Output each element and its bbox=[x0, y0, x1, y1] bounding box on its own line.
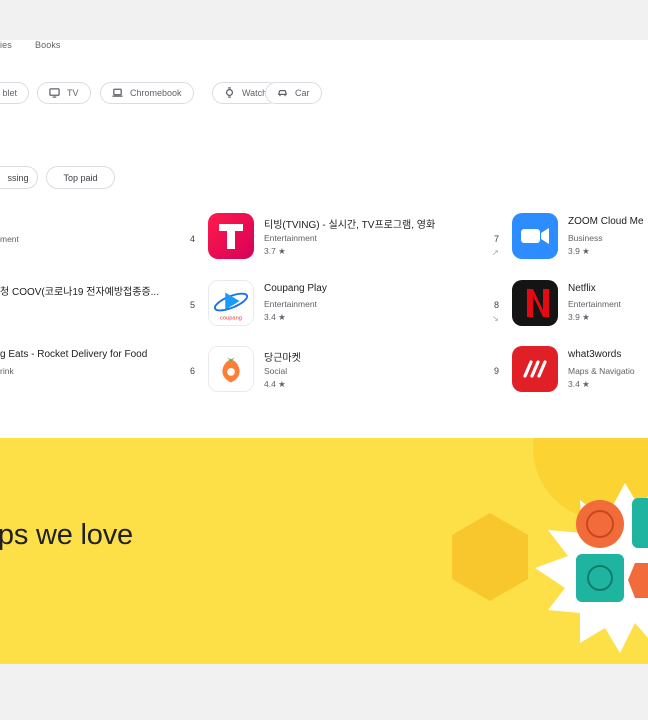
car-icon bbox=[277, 87, 288, 100]
chip-chromebook-label: Chromebook bbox=[130, 88, 182, 98]
app-1-category: ment bbox=[0, 234, 19, 244]
app-4-rank: 4 bbox=[189, 234, 195, 244]
app-8-title[interactable]: Netflix bbox=[568, 283, 596, 294]
app-8-category: Entertainment bbox=[568, 299, 621, 309]
laptop-icon bbox=[112, 87, 123, 100]
app-6-category: Social bbox=[264, 366, 288, 376]
app-5-title[interactable]: Coupang Play bbox=[264, 283, 327, 294]
app-4-title[interactable]: 티빙(TVING) - 실시간, TV프로그램, 영화 bbox=[264, 216, 435, 231]
app-5-category: Entertainment bbox=[264, 299, 317, 309]
app-6-title[interactable]: 당근마켓 bbox=[264, 349, 301, 364]
tab-games[interactable]: ies bbox=[0, 40, 12, 50]
tab-top-paid[interactable]: Top paid bbox=[46, 166, 115, 189]
banner-illustration-icon bbox=[452, 438, 648, 653]
tab-top-grossing-label: ssing bbox=[7, 172, 29, 183]
chip-chromebook[interactable]: Chromebook bbox=[100, 82, 194, 104]
carrot-icon[interactable] bbox=[208, 346, 254, 392]
app-7-rank: 7 bbox=[493, 234, 499, 244]
app-6-rank: 6 bbox=[189, 366, 195, 376]
svg-text:coupang: coupang bbox=[220, 315, 242, 321]
tving-icon[interactable] bbox=[208, 213, 254, 259]
watch-icon bbox=[224, 86, 235, 100]
app-5-rating: 3.4 ★ bbox=[264, 312, 286, 322]
chip-tablet[interactable]: blet bbox=[0, 82, 29, 104]
what3words-icon[interactable] bbox=[512, 346, 558, 392]
app-6-rating: 4.4 ★ bbox=[264, 379, 286, 389]
app-8-rating: 3.9 ★ bbox=[568, 312, 590, 322]
app-4-rating: 3.7 ★ bbox=[264, 246, 286, 256]
editors-choice-banner[interactable]: pps we love s bbox=[0, 438, 648, 664]
app-4-category: Entertainment bbox=[264, 233, 317, 243]
chip-tv[interactable]: TV bbox=[37, 82, 91, 104]
app-7-rating: 3.9 ★ bbox=[568, 246, 590, 256]
play-store-page: ies Books blet TV Chromebook Watch Car s… bbox=[0, 40, 648, 664]
app-7-title[interactable]: ZOOM Cloud Me bbox=[568, 216, 644, 227]
coupang-play-icon[interactable]: coupang bbox=[208, 280, 254, 326]
tab-top-paid-label: Top paid bbox=[63, 172, 98, 183]
app-9-rank: 9 bbox=[493, 366, 499, 376]
app-2-title[interactable]: 청 COOV(코로나19 전자예방접종증... bbox=[0, 283, 159, 298]
app-7-trend-icon: ↗ bbox=[492, 248, 499, 257]
zoom-icon[interactable] bbox=[512, 213, 558, 259]
tab-top-grossing[interactable]: ssing bbox=[0, 166, 38, 189]
app-5-rank: 5 bbox=[189, 300, 195, 310]
tab-books[interactable]: Books bbox=[35, 40, 61, 50]
tv-icon bbox=[49, 87, 60, 100]
netflix-icon[interactable] bbox=[512, 280, 558, 326]
app-8-rank: 8 bbox=[493, 300, 499, 310]
chip-tablet-label: blet bbox=[2, 88, 17, 98]
chip-tv-label: TV bbox=[67, 88, 79, 98]
app-8-trend-icon: ↘ bbox=[492, 314, 499, 323]
app-7-category: Business bbox=[568, 233, 603, 243]
banner-title: pps we love bbox=[0, 519, 133, 551]
app-9-category: Maps & Navigatio bbox=[568, 366, 635, 376]
chip-watch-label: Watch bbox=[242, 88, 268, 98]
app-9-rating: 3.4 ★ bbox=[568, 379, 590, 389]
chip-car-label: Car bbox=[295, 88, 310, 98]
chip-car[interactable]: Car bbox=[265, 82, 322, 104]
app-9-title[interactable]: what3words bbox=[568, 349, 621, 360]
app-3-title[interactable]: g Eats - Rocket Delivery for Food bbox=[0, 349, 147, 360]
app-3-category: rink bbox=[0, 366, 14, 376]
